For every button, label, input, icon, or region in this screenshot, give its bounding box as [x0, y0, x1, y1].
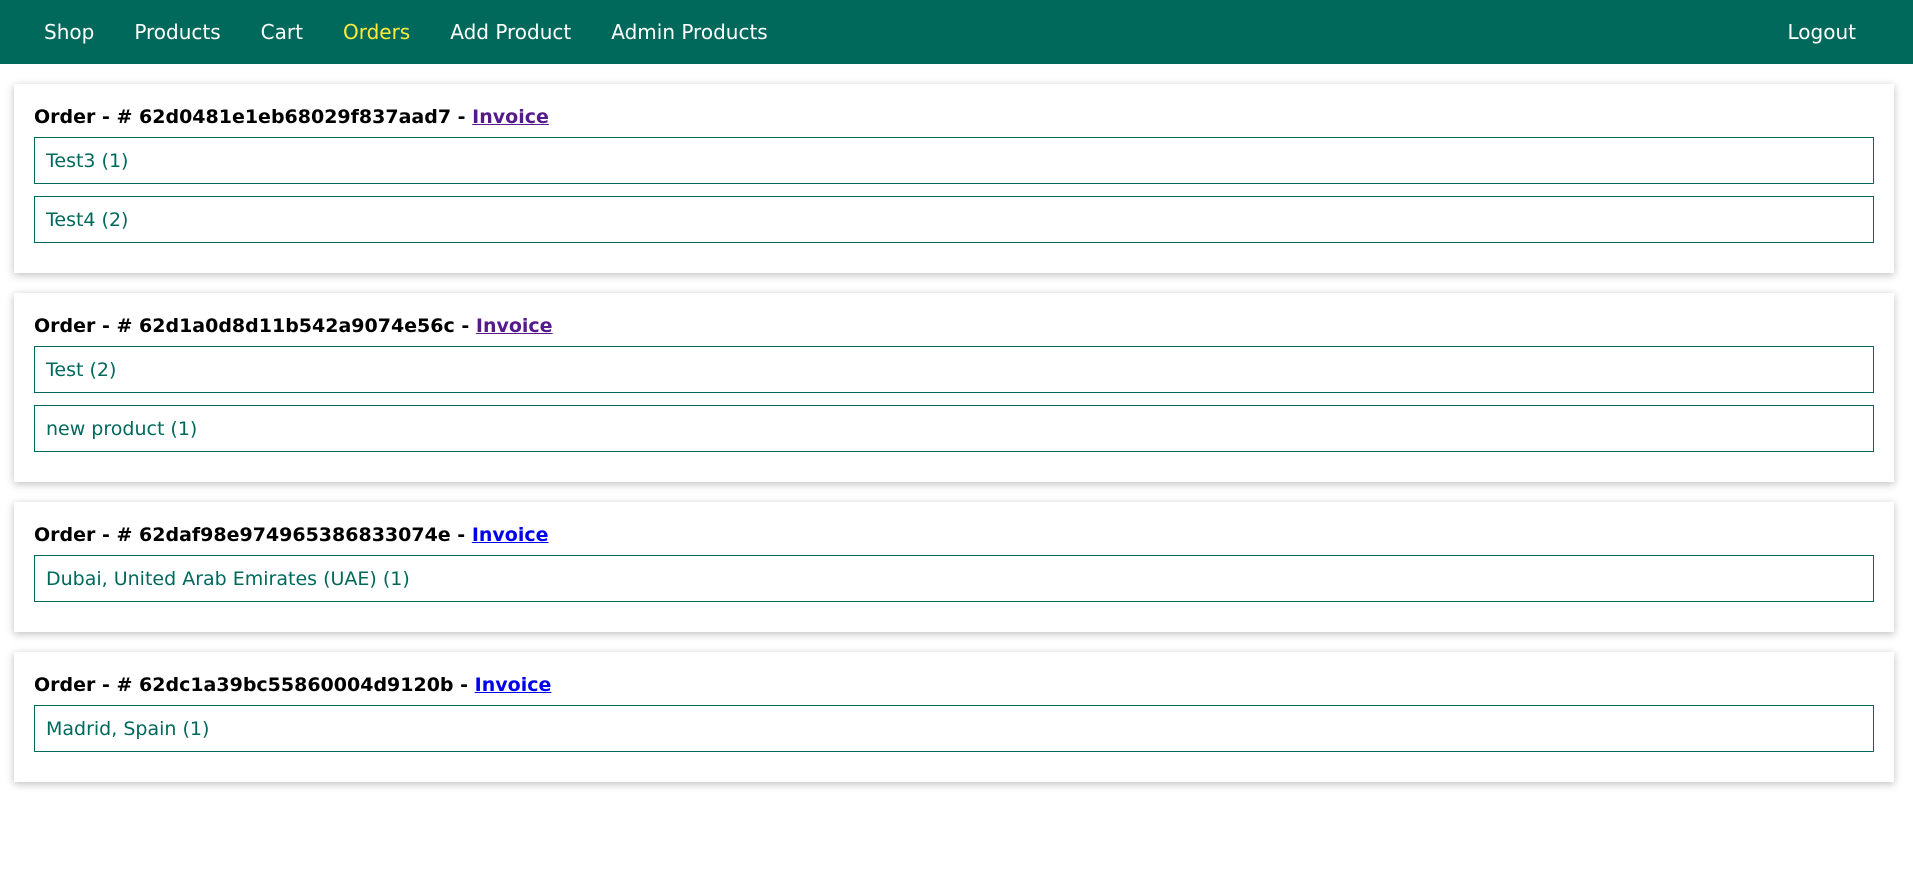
order-item: Test3 (1) [34, 137, 1874, 184]
order-item: Test4 (2) [34, 196, 1874, 243]
order-card: Order - # 62d1a0d8d11b542a9074e56c - Inv… [14, 293, 1894, 482]
nav-cart[interactable]: Cart [261, 20, 303, 44]
nav-orders[interactable]: Orders [343, 20, 410, 44]
invoice-link[interactable]: Invoice [476, 315, 553, 337]
order-title: Order - # 62d1a0d8d11b542a9074e56c - Inv… [34, 315, 1874, 337]
nav-add-product[interactable]: Add Product [450, 20, 571, 44]
nav-links: Shop Products Cart Orders Add Product Ad… [44, 20, 808, 44]
order-id: 62daf98e974965386833074e [139, 524, 451, 546]
nav-admin-products[interactable]: Admin Products [611, 20, 767, 44]
order-item: new product (1) [34, 405, 1874, 452]
order-separator: - [450, 524, 472, 546]
main-navigation: Shop Products Cart Orders Add Product Ad… [0, 0, 1913, 64]
order-title: Order - # 62daf98e974965386833074e - Inv… [34, 524, 1874, 546]
orders-list: Order - # 62d0481e1eb68029f837aad7 - Inv… [14, 84, 1894, 802]
logout-button[interactable]: Logout [1788, 20, 1856, 44]
order-label: Order - # [34, 315, 140, 337]
order-label: Order - # [34, 674, 140, 696]
order-card: Order - # 62dc1a39bc55860004d9120b - Inv… [14, 652, 1894, 782]
order-item: Madrid, Spain (1) [34, 705, 1874, 752]
order-item: Dubai, United Arab Emirates (UAE) (1) [34, 555, 1874, 602]
invoice-link[interactable]: Invoice [472, 106, 549, 128]
order-id: 62d0481e1eb68029f837aad7 [139, 106, 452, 128]
invoice-link[interactable]: Invoice [475, 674, 552, 696]
order-item: Test (2) [34, 346, 1874, 393]
nav-products[interactable]: Products [134, 20, 220, 44]
order-id: 62dc1a39bc55860004d9120b [139, 674, 454, 696]
order-separator: - [451, 106, 473, 128]
order-separator: - [453, 674, 475, 696]
order-card: Order - # 62d0481e1eb68029f837aad7 - Inv… [14, 84, 1894, 273]
nav-shop[interactable]: Shop [44, 20, 94, 44]
order-title: Order - # 62dc1a39bc55860004d9120b - Inv… [34, 674, 1874, 696]
order-label: Order - # [34, 524, 140, 546]
order-title: Order - # 62d0481e1eb68029f837aad7 - Inv… [34, 106, 1874, 128]
order-label: Order - # [34, 106, 140, 128]
order-id: 62d1a0d8d11b542a9074e56c [139, 315, 455, 337]
order-separator: - [454, 315, 476, 337]
nav-actions: Logout [1788, 20, 1869, 44]
invoice-link[interactable]: Invoice [472, 524, 549, 546]
order-card: Order - # 62daf98e974965386833074e - Inv… [14, 502, 1894, 632]
